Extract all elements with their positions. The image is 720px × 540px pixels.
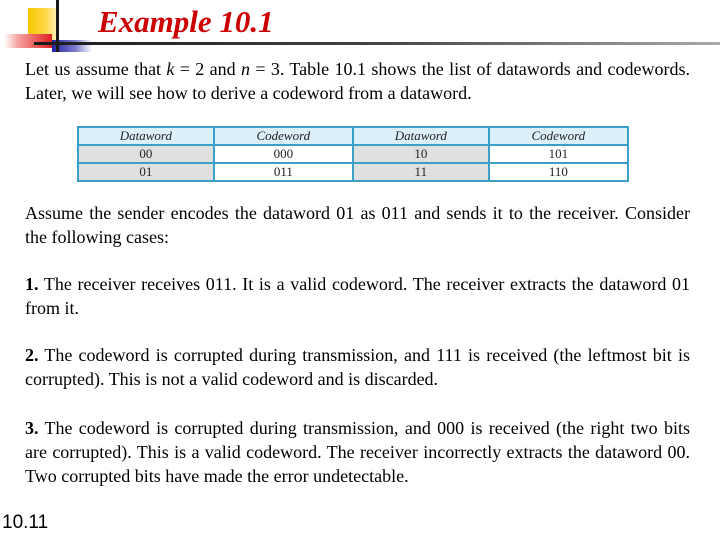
table-row: 01 011 11 110 [77, 162, 630, 182]
intro-text: = 2 and [174, 59, 242, 79]
case-number: 3. [25, 418, 39, 438]
decoration-horizontal-line [34, 42, 720, 45]
case-3: 3. The codeword is corrupted during tran… [25, 416, 690, 488]
assume-paragraph: Assume the sender encodes the dataword 0… [25, 203, 690, 247]
header-dataword: Dataword [351, 126, 490, 146]
case-text: The codeword is corrupted during transmi… [25, 345, 690, 389]
case-text: The receiver receives 011. It is a valid… [25, 274, 690, 318]
var-n: n [241, 59, 251, 79]
header-codeword: Codeword [487, 126, 630, 146]
cell-dataword: 01 [77, 162, 215, 182]
table-header-row: Dataword Codeword Dataword Codeword [77, 126, 630, 146]
table-row: 00 000 10 101 [77, 144, 630, 164]
case-text: The codeword is corrupted during transmi… [25, 418, 690, 486]
case-number: 2. [25, 345, 39, 365]
slide-title: Example 10.1 [98, 4, 274, 39]
case-number: 1. [25, 274, 39, 294]
cell-dataword: 10 [351, 144, 490, 164]
decoration-red-bar [4, 34, 52, 48]
cell-dataword: 00 [77, 144, 215, 164]
cell-dataword: 11 [351, 162, 490, 182]
cell-codeword: 011 [212, 162, 354, 182]
header-dataword: Dataword [77, 126, 215, 146]
intro-text: Let us assume that [25, 59, 167, 79]
cell-codeword: 101 [487, 144, 630, 164]
case-2: 2. The codeword is corrupted during tran… [25, 343, 690, 391]
slide-number: 10.11 [2, 512, 49, 533]
intro-paragraph: Let us assume that k = 2 and n = 3. Tabl… [25, 57, 690, 105]
header-codeword: Codeword [212, 126, 354, 146]
cell-codeword: 000 [212, 144, 354, 164]
case-1: 1. The receiver receives 011. It is a va… [25, 272, 690, 320]
codeword-table: Dataword Codeword Dataword Codeword 00 0… [77, 126, 630, 182]
cell-codeword: 110 [487, 162, 630, 182]
